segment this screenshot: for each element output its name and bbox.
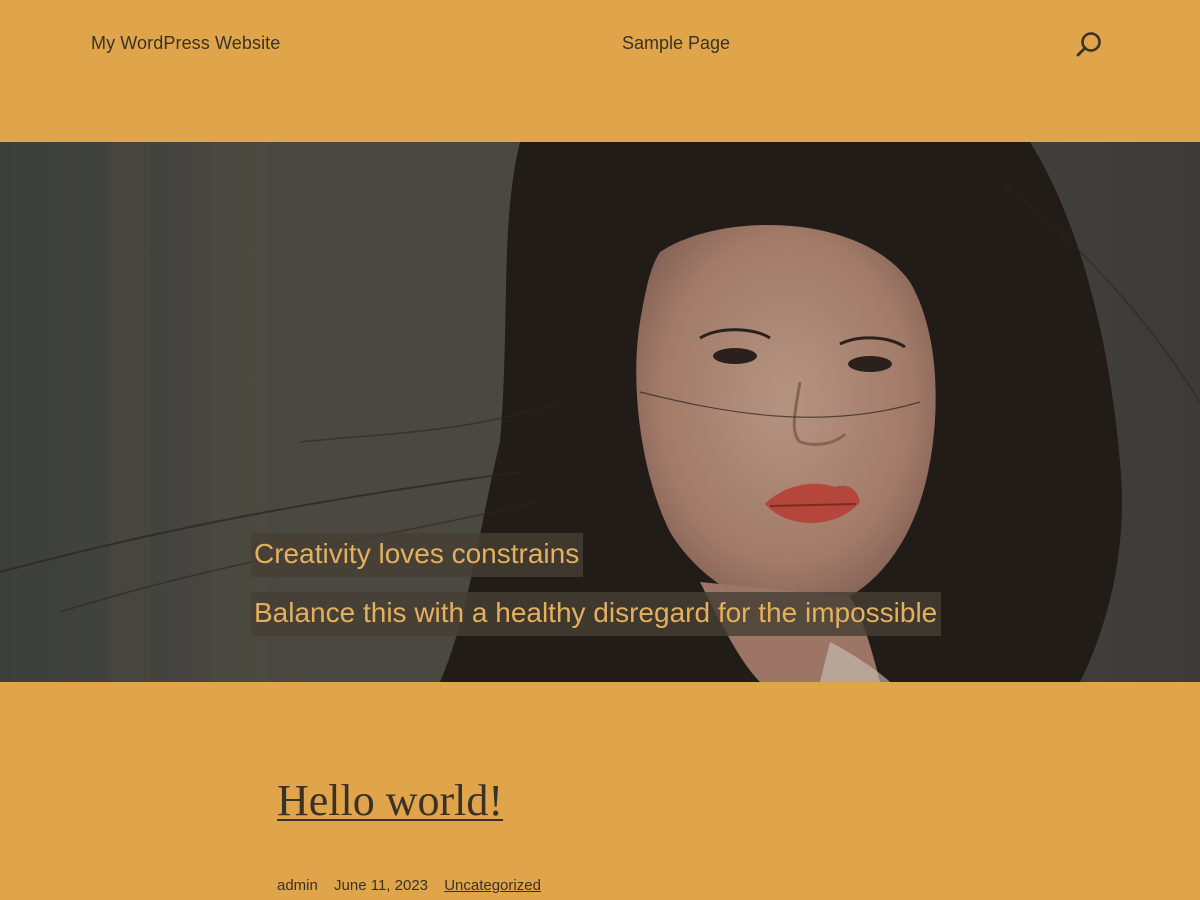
search-icon — [1076, 32, 1101, 57]
post-title-link[interactable]: Hello world! — [277, 775, 503, 826]
search-button[interactable] — [1074, 30, 1104, 60]
post-meta: admin June 11, 2023 Uncategorized — [277, 877, 541, 894]
site-title-link[interactable]: My WordPress Website — [91, 33, 280, 54]
post-author[interactable]: admin — [277, 877, 318, 894]
post-date[interactable]: June 11, 2023 — [334, 877, 428, 894]
hero-heading: Creativity loves constrains — [251, 533, 584, 577]
site-header: My WordPress Website Sample Page — [0, 0, 1200, 142]
hero-subheading: Balance this with a healthy disregard fo… — [251, 592, 942, 636]
hero-cover: Creativity loves constrains Balance this… — [0, 142, 1200, 682]
post-category-link[interactable]: Uncategorized — [444, 877, 541, 894]
nav-item-sample-page[interactable]: Sample Page — [622, 33, 730, 54]
